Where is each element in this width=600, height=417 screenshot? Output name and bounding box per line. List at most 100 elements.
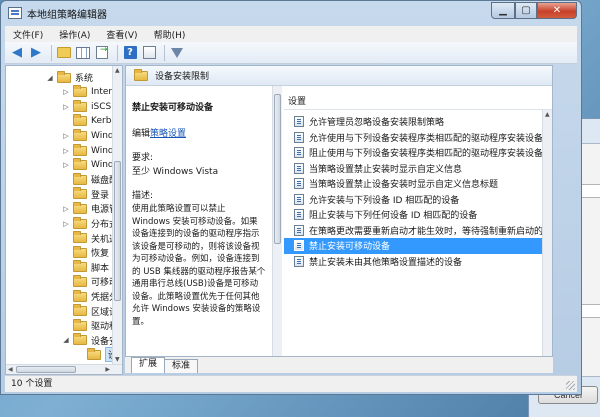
filter-button[interactable]	[169, 45, 185, 61]
tree-item-label: 脚本	[91, 263, 110, 274]
collapse-icon[interactable]: ◢	[46, 74, 54, 82]
export-list-button[interactable]	[94, 45, 110, 61]
tree-item[interactable]: ▷ Windo	[62, 128, 119, 143]
tree-item[interactable]: 驱动程	[62, 318, 118, 333]
expand-icon[interactable]: ▷	[62, 103, 70, 111]
tab-standard[interactable]: 标准	[164, 359, 199, 373]
details-header: 设备安装限制	[126, 66, 552, 86]
description-scrollbar[interactable]	[272, 86, 282, 356]
menu-view[interactable]: 查看(V)	[98, 28, 145, 41]
folder-icon	[73, 304, 87, 317]
maximize-button[interactable]: ▢	[515, 2, 537, 19]
tree-item[interactable]: ▷ iSCSI	[62, 99, 114, 114]
toolbar-separator	[51, 44, 52, 61]
filter-icon	[171, 47, 183, 58]
folder-icon	[73, 216, 87, 229]
tree-vscroll-thumb[interactable]	[114, 161, 121, 301]
menu-file[interactable]: 文件(F)	[5, 28, 51, 41]
console-tree-icon	[76, 46, 90, 59]
setting-row[interactable]: 允许安装与下列设备 ID 相匹配的设备	[284, 192, 542, 208]
tree-hscroll-thumb[interactable]	[16, 366, 76, 373]
help-button[interactable]: ?	[122, 45, 138, 61]
tree-item[interactable]: 关机选	[62, 231, 118, 246]
settings-column-header[interactable]: 设置	[284, 94, 552, 110]
scroll-right-icon[interactable]: ▶	[105, 366, 110, 373]
scroll-up-icon[interactable]: ▲	[545, 111, 550, 118]
settings-scrollbar[interactable]: ▲	[542, 110, 552, 356]
tree-item[interactable]: ◢ 设备安	[62, 333, 118, 348]
minimize-button[interactable]: ▁	[491, 2, 515, 19]
menu-action[interactable]: 操作(A)	[51, 28, 98, 41]
folder-icon	[73, 231, 87, 244]
expand-icon[interactable]: ▷	[62, 205, 70, 213]
setting-row[interactable]: 当策略设置禁止安装时显示自定义信息	[284, 161, 542, 177]
scroll-down-icon[interactable]: ▼	[115, 356, 120, 363]
expand-icon[interactable]: ▷	[62, 147, 70, 155]
description-label: 描述:	[132, 191, 154, 201]
setting-row[interactable]: 禁止安装未由其他策略设置描述的设备	[284, 254, 542, 270]
title-bar[interactable]: 本地组策略编辑器 ▁ ▢ ✕	[1, 1, 581, 25]
folder-icon	[73, 99, 87, 112]
folder-icon	[73, 260, 87, 273]
setting-row[interactable]: 阻止安装与下列任何设备 ID 相匹配的设备	[284, 207, 542, 223]
edit-policy-link[interactable]: 策略设置	[150, 129, 186, 139]
tree-horizontal-scrollbar[interactable]: ◀ ▶	[6, 364, 122, 374]
tree-item[interactable]: ▷ Windo	[62, 143, 119, 158]
scroll-up-icon[interactable]: ▲	[115, 67, 120, 74]
settings-list: 设置 允许管理员忽略设备安装限制策略 允许使用与下列设备安装程序类相匹配的驱动程序…	[284, 86, 552, 356]
requirements-block: 要求: 至少 Windows Vista	[132, 151, 266, 179]
tree-item[interactable]: Kerbe	[62, 114, 117, 129]
policy-setting-icon	[294, 131, 304, 143]
export-icon	[96, 45, 108, 59]
expand-icon[interactable]: ▷	[62, 220, 70, 228]
up-folder-button[interactable]	[56, 45, 72, 61]
expand-icon[interactable]: ▷	[62, 88, 70, 96]
tree-item-label: 系统	[75, 74, 94, 84]
folder-icon	[73, 201, 87, 214]
expand-icon[interactable]: ▷	[62, 132, 70, 140]
policy-setting-icon	[294, 178, 304, 190]
tree-item[interactable]: ▷ Intern	[62, 85, 118, 100]
setting-row[interactable]: 禁止安装可移动设备	[284, 238, 542, 254]
scroll-left-icon[interactable]: ◀	[8, 366, 13, 373]
console-tree: ◢ 系统 ▷ Intern ▷ iSCSI Kerbe ▷ Windo ▷ Windo ▷ Windo 磁…	[5, 65, 123, 375]
requirements-label: 要求:	[132, 153, 154, 163]
back-button[interactable]: ◀	[9, 45, 25, 61]
collapse-icon[interactable]: ◢	[62, 336, 70, 344]
tree-item[interactable]: 磁盘配	[62, 172, 118, 187]
setting-row[interactable]: 在策略更改需要重新启动才能生效时，等待强制重新启动的...	[284, 223, 542, 239]
setting-row[interactable]: 允许使用与下列设备安装程序类相匹配的驱动程序安装设备	[284, 130, 542, 146]
setting-label: 阻止安装与下列任何设备 ID 相匹配的设备	[309, 211, 478, 222]
tab-extended[interactable]: 扩展	[131, 357, 166, 373]
maximize-icon: ▢	[521, 5, 531, 16]
expand-icon[interactable]: ▷	[62, 161, 70, 169]
folder-icon	[73, 114, 87, 127]
policy-setting-icon	[294, 116, 304, 128]
status-bar: 10 个设置	[5, 375, 577, 392]
tree-vertical-scrollbar[interactable]: ▲ ▼	[112, 66, 122, 364]
show-hide-tree-button[interactable]	[75, 45, 91, 61]
tree-item[interactable]: 恢复	[62, 245, 109, 260]
folder-icon	[57, 70, 71, 83]
properties-button[interactable]	[141, 45, 157, 61]
tree-item[interactable]: ▷ 分布式	[62, 216, 118, 231]
setting-row[interactable]: 阻止使用与下列设备安装程序类相匹配的驱动程序安装设备	[284, 145, 542, 161]
window-controls: ▁ ▢ ✕	[491, 2, 577, 19]
setting-row[interactable]: 当策略设置禁止设备安装时显示自定义信息标题	[284, 176, 542, 192]
tree-item[interactable]: 脚本	[62, 260, 109, 275]
forward-button[interactable]: ▶	[28, 45, 44, 61]
window-title: 本地组策略编辑器	[27, 9, 107, 21]
tree-item[interactable]: 登录	[62, 187, 109, 202]
menu-help[interactable]: 帮助(H)	[146, 28, 194, 41]
close-button[interactable]: ✕	[537, 2, 577, 19]
description-scroll-thumb[interactable]	[274, 94, 281, 244]
tree-item[interactable]: ▷ Windo	[62, 158, 119, 173]
description-body: 使用此策略设置可以禁止 Windows 安装可移动设备。如果设备连接到的设备的驱…	[132, 204, 266, 327]
resize-grip-icon[interactable]	[566, 381, 575, 390]
setting-row[interactable]: 允许管理员忽略设备安装限制策略	[284, 114, 542, 130]
tree-item[interactable]: 可移动	[62, 274, 118, 289]
tree-item[interactable]: ◢ 系统	[46, 70, 93, 85]
tree-item[interactable]: ▷ 电源管	[62, 201, 118, 216]
tree-item[interactable]: 区域设	[62, 304, 118, 319]
tree-item[interactable]: 凭据分	[62, 289, 118, 304]
